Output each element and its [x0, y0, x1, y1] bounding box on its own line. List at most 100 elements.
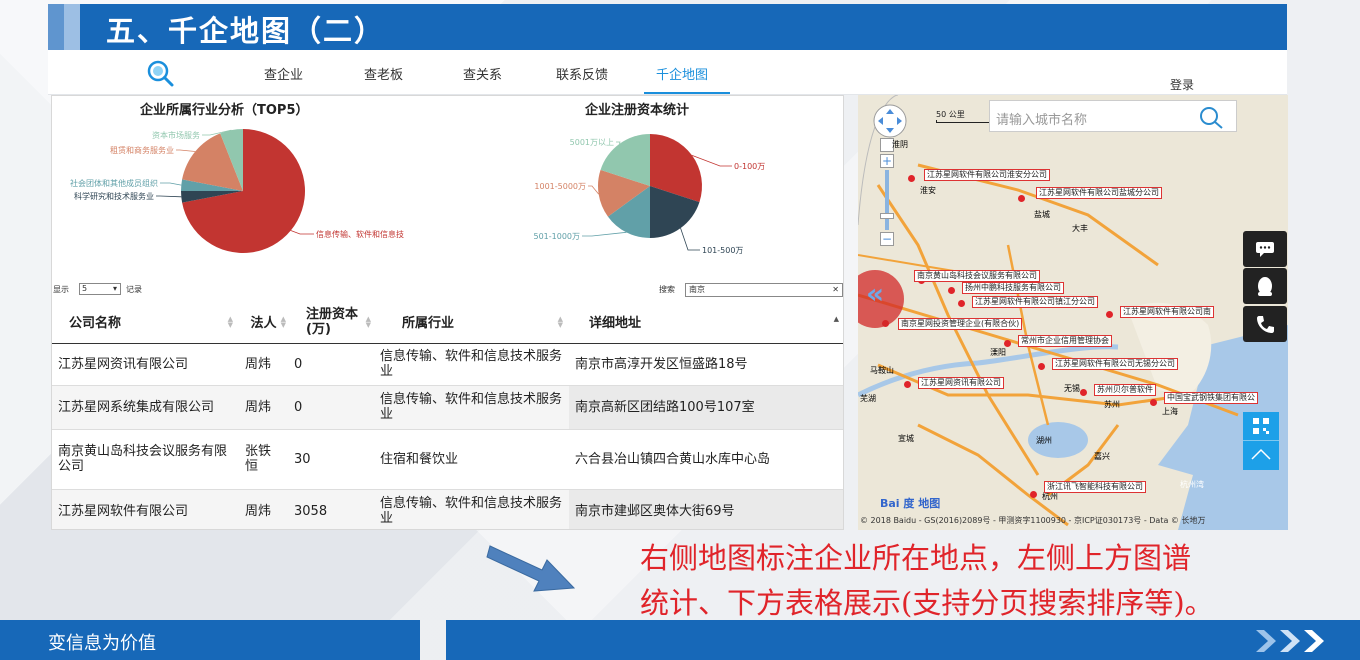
clear-icon[interactable]: ✕: [832, 284, 839, 296]
phone-button[interactable]: [1243, 306, 1287, 342]
company-marker[interactable]: [908, 175, 915, 182]
zoom-in-button[interactable]: +: [880, 154, 894, 168]
page-size-select[interactable]: 5 ▾: [79, 283, 121, 295]
company-map-label[interactable]: 江苏星网资讯有限公司: [918, 377, 1004, 389]
company-map[interactable]: + − 50 公里 请输入城市名称 淮阴 淮安 盐城 大丰 常州 无锡 苏州 上…: [858, 95, 1288, 530]
pie-leader-line: [156, 195, 182, 198]
nav-item-boss[interactable]: 查老板: [364, 64, 403, 83]
table-search-input[interactable]: 南京 ✕: [685, 283, 843, 297]
nav-item-relation[interactable]: 查关系: [463, 64, 502, 83]
chat-bubble-icon: [1256, 242, 1274, 257]
records-label: 记录: [126, 285, 142, 294]
table-row[interactable]: 江苏星网系统集成有限公司 周炜 0 信息传输、软件和信息技术服务业 南京高新区团…: [52, 385, 843, 430]
capital-pie-chart: 0-100万 101-500万 501-1000万 1001-5000万 5001万以上: [533, 134, 765, 255]
company-marker[interactable]: [1018, 195, 1025, 202]
sort-icon: ▲ ▼: [365, 315, 371, 329]
zoom-slider-handle[interactable]: [880, 213, 894, 219]
place-label: 马鞍山: [870, 366, 894, 375]
place-label: 溧阳: [990, 348, 1006, 357]
pie-label: 科学研究和技术服务业: [74, 191, 154, 201]
company-map-label[interactable]: 江苏星网软件有限公司镇江分公司: [972, 296, 1098, 308]
cell-legal-person: 张铁恒: [239, 429, 288, 490]
company-map-label[interactable]: 江苏星网软件有限公司南: [1120, 306, 1214, 318]
company-marker[interactable]: [1106, 311, 1113, 318]
caption-line: 右侧地图标注企业所在地点，左侧上方图谱: [640, 541, 1192, 575]
pie-label: 租赁和商务服务业: [110, 145, 174, 155]
pie-label: 501-1000万: [533, 232, 580, 241]
col-header-capital[interactable]: 注册资本(万) ▲ ▼: [288, 301, 374, 344]
company-marker[interactable]: [1030, 491, 1037, 498]
city-search-input[interactable]: 请输入城市名称: [996, 109, 1087, 128]
nav-item-company[interactable]: 查企业: [264, 64, 303, 83]
collapse-left-icon[interactable]: «: [866, 277, 884, 310]
pie-label: 5001万以上: [570, 138, 614, 147]
search-label: 搜索: [659, 285, 675, 294]
company-map-label[interactable]: 常州市企业信用管理协会: [1018, 335, 1112, 347]
pie-leader-line: [616, 141, 621, 145]
col-header-address[interactable]: 详细地址 ▲: [569, 301, 843, 344]
cell-legal-person: 周炜: [239, 489, 288, 529]
pie-leader-line: [582, 231, 627, 237]
slide-title-bar: 五、千企地图（二）: [48, 4, 1287, 50]
nav-item-feedback[interactable]: 联系反馈: [556, 64, 608, 83]
company-map-label[interactable]: 中国宝武钢铁集团有限公: [1164, 392, 1258, 404]
company-marker[interactable]: [904, 381, 911, 388]
place-label: 苏州: [1104, 400, 1120, 409]
back-to-top-icon[interactable]: [1251, 448, 1271, 460]
company-map-label[interactable]: 江苏星网软件有限公司淮安分公司: [924, 169, 1050, 181]
col-header-industry[interactable]: 所属行业 ▲ ▼: [374, 301, 569, 344]
company-marker[interactable]: [1080, 389, 1087, 396]
zoom-out-button[interactable]: −: [880, 232, 894, 246]
company-marker[interactable]: [948, 287, 955, 294]
search-icon[interactable]: [1198, 105, 1224, 129]
cell-capital: 30: [288, 429, 374, 490]
cell-company: 南京黄山岛科技会议服务有限公司: [52, 429, 239, 490]
baidu-logo: Bai 度 地图: [880, 497, 941, 510]
site-navbar: 查企业 查老板 查关系 联系反馈 千企地图 登录: [48, 50, 1287, 95]
title-accent-stripe: [48, 4, 64, 50]
company-table: 公司名称 ▲ ▼ 法人 ▲ ▼ 注册资本(万) ▲ ▼ 所属行业 ▲ ▼ 详细地址 ▲ 江苏星网资…: [52, 301, 843, 529]
place-label: 淮阴: [892, 140, 908, 149]
table-row[interactable]: 江苏星网软件有限公司 周炜 3058 信息传输、软件和信息技术服务业 南京市建邺…: [52, 489, 843, 529]
qq-button[interactable]: [1243, 268, 1287, 304]
sort-icon: ▲ ▼: [557, 315, 563, 329]
show-label: 显示: [53, 285, 69, 294]
zoom-slider[interactable]: [885, 170, 889, 230]
slide-title: 五、千企地图（二）: [106, 14, 386, 48]
chat-button[interactable]: [1243, 231, 1287, 267]
company-map-label[interactable]: 南京黄山岛科技会议服务有限公司: [914, 270, 1040, 282]
company-map-label[interactable]: 江苏星网软件有限公司盐城分公司: [1036, 187, 1162, 199]
cell-capital: 0: [288, 385, 374, 430]
cell-capital: 0: [288, 343, 374, 386]
table-row[interactable]: 江苏星网资讯有限公司 周炜 0 信息传输、软件和信息技术服务业 南京市高淳开发区…: [52, 343, 843, 386]
footer-slogan: 变信息为价值: [48, 633, 156, 654]
table-row[interactable]: 南京黄山岛科技会议服务有限公司 张铁恒 30 住宿和餐饮业 六合县冶山镇四合黄山…: [52, 429, 843, 490]
nav-item-map[interactable]: 千企地图: [656, 64, 708, 83]
magnifier-logo-icon[interactable]: [146, 59, 174, 87]
col-header-legal-person[interactable]: 法人 ▲ ▼: [239, 301, 288, 344]
place-label: 盐城: [1034, 210, 1050, 219]
pie-label: 资本市场服务: [152, 130, 200, 140]
place-label: 杭州湾: [1180, 480, 1204, 489]
cell-industry: 住宿和餐饮业: [374, 429, 569, 490]
company-marker[interactable]: [1150, 399, 1157, 406]
sort-asc-icon: ▲: [833, 315, 839, 323]
place-label: 无锡: [1064, 384, 1080, 393]
place-label: 嘉兴: [1094, 452, 1110, 461]
city-search-box[interactable]: 请输入城市名称: [989, 100, 1237, 132]
company-map-label[interactable]: 江苏星网软件有限公司无锡分公司: [1052, 358, 1178, 370]
company-map-label[interactable]: 扬州中鹏科技服务有限公司: [962, 282, 1064, 294]
col-header-company[interactable]: 公司名称 ▲ ▼: [52, 301, 239, 344]
map-pan-control[interactable]: [872, 103, 908, 139]
company-marker[interactable]: [958, 300, 965, 307]
company-map-label[interactable]: 南京星网投资管理企业(有限合伙): [898, 318, 1023, 330]
industry-pie-chart: 信息传输、软件和信息技 科学研究和技术服务业社会团体和其他成员组织 租赁和商务服务业…: [70, 129, 404, 254]
penguin-icon: [1258, 277, 1272, 296]
qr-code-button[interactable]: [1243, 412, 1279, 470]
company-marker[interactable]: [1038, 363, 1045, 370]
company-map-label[interactable]: 苏州贝尔普软件: [1094, 384, 1156, 396]
company-marker[interactable]: [1004, 340, 1011, 347]
login-link[interactable]: 登录: [1170, 76, 1194, 93]
company-map-label[interactable]: 浙江讯飞智能科技有限公司: [1044, 481, 1146, 493]
place-label: 大丰: [1072, 224, 1088, 233]
